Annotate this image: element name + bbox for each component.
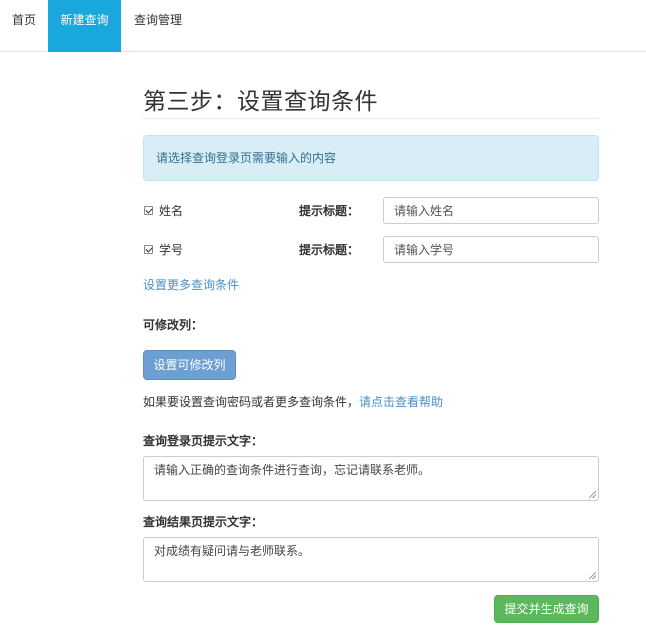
condition-label: 姓名 <box>159 204 184 218</box>
editable-columns-label: 可修改列： <box>143 318 204 332</box>
resize-grip-icon[interactable] <box>589 572 596 579</box>
result-hint-textarea[interactable]: 对成绩有疑问请与老师联系。 <box>143 537 599 582</box>
nav-home[interactable]: 首页 <box>0 0 48 52</box>
result-hint-label: 查询结果页提示文字： <box>143 515 264 529</box>
student-id-checkbox[interactable] <box>144 245 153 254</box>
page-title: 第三步：设置查询条件 <box>143 89 378 115</box>
title-divider <box>143 118 599 119</box>
more-conditions-link[interactable]: 设置更多查询条件 <box>143 276 239 294</box>
nav-new-query[interactable]: 新建查询 <box>48 0 121 52</box>
condition-label: 学号 <box>159 243 184 257</box>
help-text-prefix: 如果要设置查询密码或者更多查询条件， <box>143 395 360 409</box>
name-hint-input[interactable] <box>383 197 599 224</box>
student-id-hint-input[interactable] <box>383 236 599 263</box>
hint-title-label: 提示标题： <box>299 243 360 257</box>
login-hint-textarea[interactable]: 请输入正确的查询条件进行查询，忘记请联系老师。 <box>143 456 599 501</box>
nav-query-manage[interactable]: 查询管理 <box>121 0 195 52</box>
login-hint-label: 查询登录页提示文字： <box>143 434 264 448</box>
help-text: 如果要设置查询密码或者更多查询条件，请点击查看帮助 <box>143 393 443 411</box>
top-nav: 首页 新建查询 查询管理 <box>0 0 646 52</box>
login-hint-value: 请输入正确的查询条件进行查询，忘记请联系老师。 <box>154 463 431 477</box>
condition-row-name: 姓名 提示标题： <box>143 197 599 225</box>
resize-grip-icon[interactable] <box>589 491 596 498</box>
result-hint-value: 对成绩有疑问请与老师联系。 <box>154 544 311 558</box>
name-checkbox[interactable] <box>144 206 153 215</box>
help-link[interactable]: 请点击查看帮助 <box>359 395 443 409</box>
condition-row-student-id: 学号 提示标题： <box>143 236 599 264</box>
hint-title-label: 提示标题： <box>299 204 360 218</box>
set-editable-columns-button[interactable]: 设置可修改列 <box>143 350 236 380</box>
submit-generate-button[interactable]: 提交并生成查询 <box>494 595 599 623</box>
info-alert: 请选择查询登录页需要输入的内容 <box>143 135 599 181</box>
